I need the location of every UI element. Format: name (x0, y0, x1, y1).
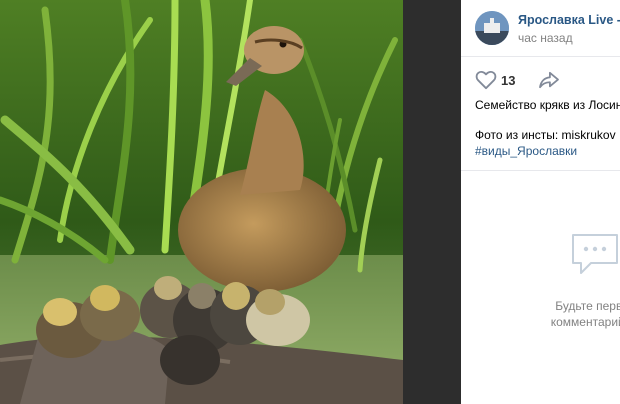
share-arrow-icon[interactable] (538, 71, 560, 89)
post-text: Семейство крякв из Лосино Фото из инсты:… (475, 97, 620, 159)
post-actions: 13 (461, 57, 620, 99)
author-avatar[interactable] (475, 11, 509, 45)
post-timestamp[interactable]: час назад (518, 31, 573, 45)
post-photo[interactable] (0, 0, 403, 404)
comments-empty-line: комментарий к этой (550, 315, 620, 329)
viewer-backdrop[interactable] (403, 0, 461, 404)
post-text-line: Фото из инсты: miskrukov (475, 128, 616, 142)
like-count[interactable]: 13 (501, 73, 515, 88)
hashtag-link[interactable]: #виды_Ярославки (475, 143, 620, 159)
post-text-spacer (475, 113, 620, 127)
heart-icon[interactable] (475, 70, 497, 90)
comments-empty-icon (572, 234, 618, 274)
comments-empty-line: Будьте первым, кт (555, 299, 620, 313)
comments-empty-text: Будьте первым, кт комментарий к этой (506, 298, 620, 330)
post-header: Ярославка Live - Яр час назад (461, 0, 620, 57)
duck-family-photo (0, 0, 403, 404)
post-text-line: Семейство крякв из Лосино (475, 98, 620, 112)
post-author-link[interactable]: Ярославка Live - Яр (518, 13, 620, 27)
comments-divider (461, 170, 620, 171)
post-side-panel: Ярославка Live - Яр час назад 13 Семейст… (461, 0, 620, 404)
avatar-image (475, 11, 509, 45)
